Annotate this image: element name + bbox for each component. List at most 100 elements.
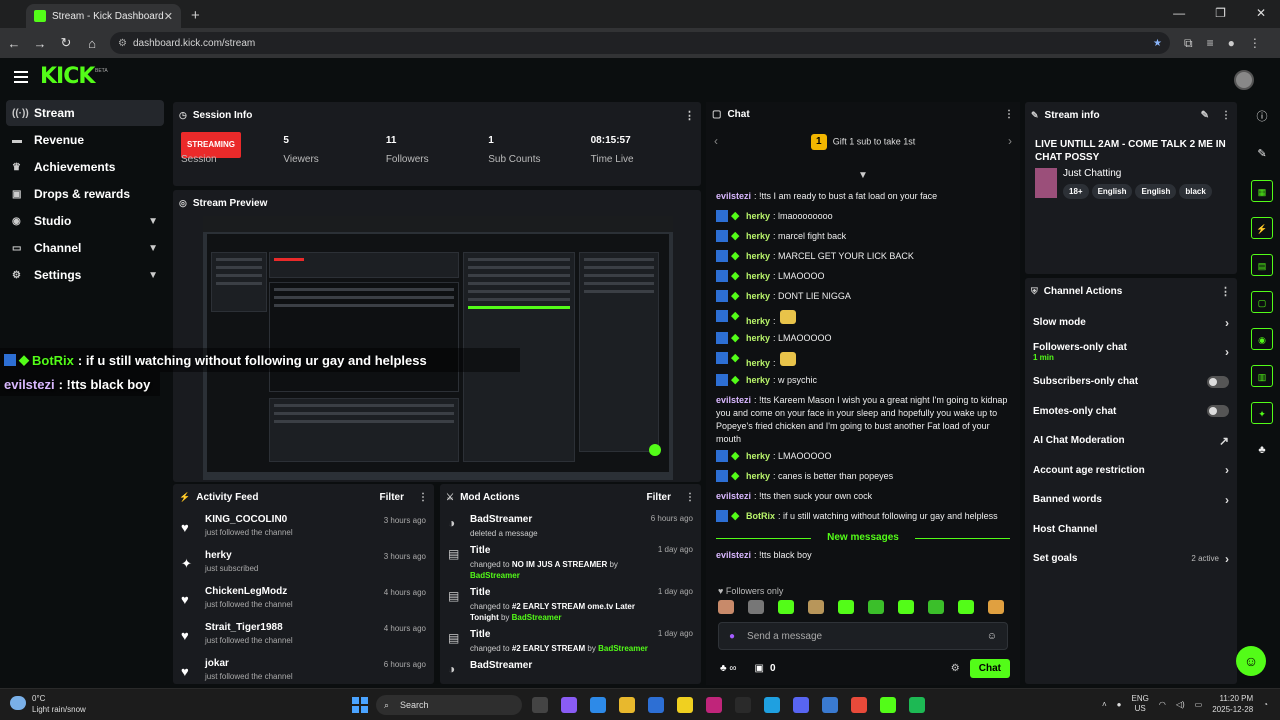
action-followers-only-chat[interactable]: Followers-only chat 1 min › <box>1025 338 1237 368</box>
maximize-icon[interactable]: ❐ <box>1215 6 1226 20</box>
chat-username[interactable]: herky <box>746 358 770 368</box>
file-explorer-icon[interactable] <box>619 697 635 713</box>
chat-username[interactable]: herky <box>746 471 770 481</box>
chat-message[interactable]: ◆ herky: LMAOOOO <box>716 268 1010 288</box>
chat-username[interactable]: BotRix <box>746 511 775 521</box>
kick-app-icon[interactable] <box>880 697 896 713</box>
list-item[interactable]: ▤ Title changed to #2 EARLY STREAM by BadS… <box>440 629 701 654</box>
action-ai-chat-moderation[interactable]: AI Chat Moderation ↗ <box>1025 426 1237 456</box>
list-item[interactable]: ◑ BadStreamer deleted a message 6 hours ago <box>440 514 701 539</box>
more-options-icon[interactable]: ⋮ <box>418 492 428 503</box>
chat-username[interactable]: herky <box>746 231 770 241</box>
document-icon[interactable]: ▤ <box>1251 254 1273 276</box>
broadcast-icon[interactable]: ◉ <box>1251 328 1273 350</box>
outlook-icon[interactable] <box>648 697 664 713</box>
more-options-icon[interactable]: ⋮ <box>1220 285 1231 298</box>
action-emotes-only-chat[interactable]: Emotes-only chat <box>1025 397 1237 427</box>
app-icon[interactable] <box>706 697 722 713</box>
list-item[interactable]: ▤ Title changed to #2 EARLY STREAM ome.tv … <box>440 587 701 623</box>
info-icon[interactable]: ⓘ <box>1251 106 1273 128</box>
browser-tab[interactable]: Stream - Kick Dashboard ✕ <box>26 4 181 28</box>
chat-username[interactable]: herky <box>746 251 770 261</box>
action-set-goals[interactable]: Set goals 2 active › <box>1025 544 1237 574</box>
chat-message[interactable]: ◆ herky: LMAOOOOO <box>716 448 1010 468</box>
store-icon[interactable] <box>822 697 838 713</box>
chat-message[interactable]: ◆ herky: <box>716 308 1010 330</box>
layout-icon[interactable]: ▥ <box>1251 365 1273 387</box>
copilot-icon[interactable] <box>561 697 577 713</box>
filter-button[interactable]: Filter <box>380 492 404 503</box>
toggle-switch[interactable] <box>1207 405 1229 418</box>
discord-icon[interactable] <box>793 697 809 713</box>
sidebar-item-stream[interactable]: ((·)) Stream <box>6 100 164 126</box>
user-avatar[interactable] <box>1234 70 1254 90</box>
emote-icon[interactable] <box>868 600 884 614</box>
edit-icon[interactable]: ✎ <box>1251 143 1273 165</box>
notifications-icon[interactable]: ◔ <box>1263 700 1268 709</box>
list-item[interactable]: ♥ Strait_Tiger1988 just followed the chann… <box>173 622 434 658</box>
list-item[interactable]: ♥ ChickenLegModz just followed the channel… <box>173 586 434 622</box>
action-account-age-restriction[interactable]: Account age restriction › <box>1025 456 1237 486</box>
chat-username[interactable]: herky <box>746 451 770 461</box>
chat-username[interactable]: herky <box>746 375 770 385</box>
send-chat-button[interactable]: Chat <box>969 658 1010 678</box>
chat-message[interactable]: evilstezi: !tts Kareem Mason I wish you … <box>716 392 1010 448</box>
extensions-icon[interactable]: ⧉ <box>1184 36 1193 51</box>
chat-bubble-icon[interactable]: ▢ <box>1251 291 1273 313</box>
profile-icon[interactable]: ● <box>1228 36 1235 50</box>
razer-icon[interactable] <box>735 697 751 713</box>
chat-message[interactable]: ◆ herky: canes is better than popeyes <box>716 468 1010 488</box>
chat-message[interactable]: ◆ herky: w psychic <box>716 372 1010 392</box>
volume-icon[interactable]: ◁) <box>1176 700 1185 709</box>
chat-message[interactable]: evilstezi: !tts I am ready to bust a fat… <box>716 188 1010 208</box>
emote-icon[interactable] <box>778 600 794 614</box>
more-options-icon[interactable]: ⋮ <box>685 492 695 503</box>
chat-message[interactable]: ◆ herky: LMAOOOOO <box>716 330 1010 350</box>
task-view-icon[interactable] <box>532 697 548 713</box>
chat-message[interactable]: evilstezi: !tts then suck your own cock <box>716 488 1010 508</box>
clock[interactable]: 11:20 PM 2025-12-28 <box>1212 693 1253 715</box>
action-slow-mode[interactable]: Slow mode › <box>1025 308 1237 338</box>
action-banned-words[interactable]: Banned words › <box>1025 485 1237 515</box>
more-options-icon[interactable]: ⋮ <box>684 109 695 122</box>
home-icon[interactable]: ⌂ <box>80 36 104 51</box>
back-icon[interactable]: ← <box>2 36 26 51</box>
sidebar-item-channel[interactable]: ▭ Channel ▼ <box>6 235 164 261</box>
network-icon[interactable]: ◠ <box>1159 700 1166 709</box>
mic-icon[interactable]: ● <box>1117 700 1122 709</box>
qr-icon[interactable]: ▦ <box>1251 180 1273 202</box>
hamburger-menu-icon[interactable] <box>14 71 28 83</box>
chrome-icon[interactable] <box>851 697 867 713</box>
tray-overflow-icon[interactable]: ˄ <box>1102 700 1107 709</box>
sidebar-item-studio[interactable]: ◉ Studio ▼ <box>6 208 164 234</box>
chat-username[interactable]: herky <box>746 211 770 221</box>
chat-message[interactable]: ◆ BotRix: if u still watching without fol… <box>716 508 1010 528</box>
chat-message[interactable]: ◆ herky: <box>716 350 1010 372</box>
emote-icon[interactable] <box>958 600 974 614</box>
more-options-icon[interactable]: ⋮ <box>1004 109 1014 120</box>
chat-username[interactable]: evilstezi <box>716 191 751 201</box>
chat-username[interactable]: evilstezi <box>716 395 751 405</box>
wrench-icon[interactable]: ✦ <box>1251 402 1273 424</box>
emote-icon[interactable] <box>748 600 764 614</box>
chat-username[interactable]: herky <box>746 291 770 301</box>
list-item[interactable]: ♥ jokar just followed the channel 6 hours a… <box>173 658 434 684</box>
chat-message[interactable]: evilstezi: !tts black boy <box>716 547 1010 567</box>
filter-button[interactable]: Filter <box>647 492 671 503</box>
gift-icon[interactable]: ▣ <box>754 663 763 674</box>
taskbar-search[interactable]: ⌕ Search <box>376 695 522 715</box>
site-info-icon[interactable]: ⚙ <box>118 38 127 49</box>
microphone-icon[interactable]: ● <box>729 631 735 642</box>
emoji-icon[interactable]: ☺ <box>987 631 997 642</box>
url-field[interactable]: ⚙ dashboard.kick.com/stream ★ <box>110 32 1170 54</box>
chat-input[interactable]: ● Send a message ☺ <box>718 622 1008 650</box>
close-tab-icon[interactable]: ✕ <box>164 10 173 23</box>
lightning-icon[interactable]: ⚡ <box>1251 217 1273 239</box>
list-item[interactable]: ▤ Title changed to NO IM JUS A STREAMER by… <box>440 545 701 581</box>
chat-message[interactable]: ◆ herky: marcel fight back <box>716 228 1010 248</box>
close-window-icon[interactable]: ✕ <box>1256 6 1266 20</box>
list-item[interactable]: ◑ BadStreamer <box>440 660 701 676</box>
language-indicator[interactable]: ENG US <box>1132 694 1149 714</box>
action-host-channel[interactable]: Host Channel <box>1025 515 1237 545</box>
emote-icon[interactable] <box>718 600 734 614</box>
